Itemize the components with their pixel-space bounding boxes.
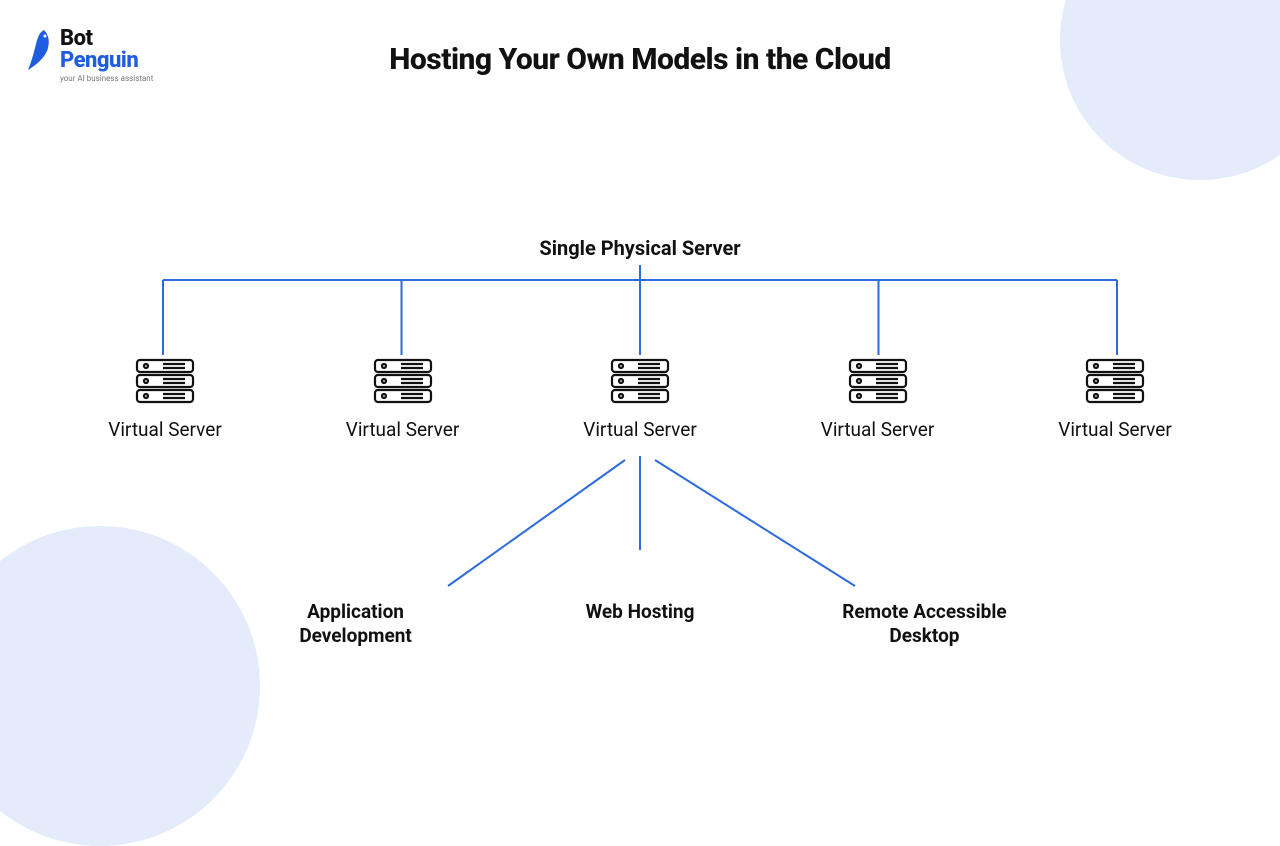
server-label: Virtual Server <box>821 418 935 441</box>
server-icon <box>373 358 433 404</box>
server-label: Virtual Server <box>346 418 460 441</box>
server-label: Virtual Server <box>583 418 697 441</box>
server-label: Virtual Server <box>1058 418 1172 441</box>
decorative-circle-top <box>1060 0 1280 180</box>
server-icon <box>848 358 908 404</box>
server-icon <box>135 358 195 404</box>
use-cases-row: Application Development Web Hosting Remo… <box>0 600 1280 648</box>
server-icon <box>610 358 670 404</box>
virtual-server-node: Virtual Server <box>813 358 943 441</box>
virtual-servers-row: Virtual Server Virtual Server Virtual Se… <box>0 358 1280 441</box>
virtual-server-node: Virtual Server <box>575 358 705 441</box>
server-label: Virtual Server <box>108 418 222 441</box>
page-title: Hosting Your Own Models in the Cloud <box>0 42 1280 77</box>
use-case-remote-desktop: Remote Accessible Desktop <box>824 600 1024 648</box>
use-case-app-dev: Application Development <box>256 600 456 648</box>
use-case-web-hosting: Web Hosting <box>586 600 695 648</box>
root-node-label: Single Physical Server <box>0 236 1280 260</box>
virtual-server-node: Virtual Server <box>100 358 230 441</box>
virtual-server-node: Virtual Server <box>338 358 468 441</box>
decorative-circle-bottom <box>0 526 260 846</box>
server-icon <box>1085 358 1145 404</box>
virtual-server-node: Virtual Server <box>1050 358 1180 441</box>
